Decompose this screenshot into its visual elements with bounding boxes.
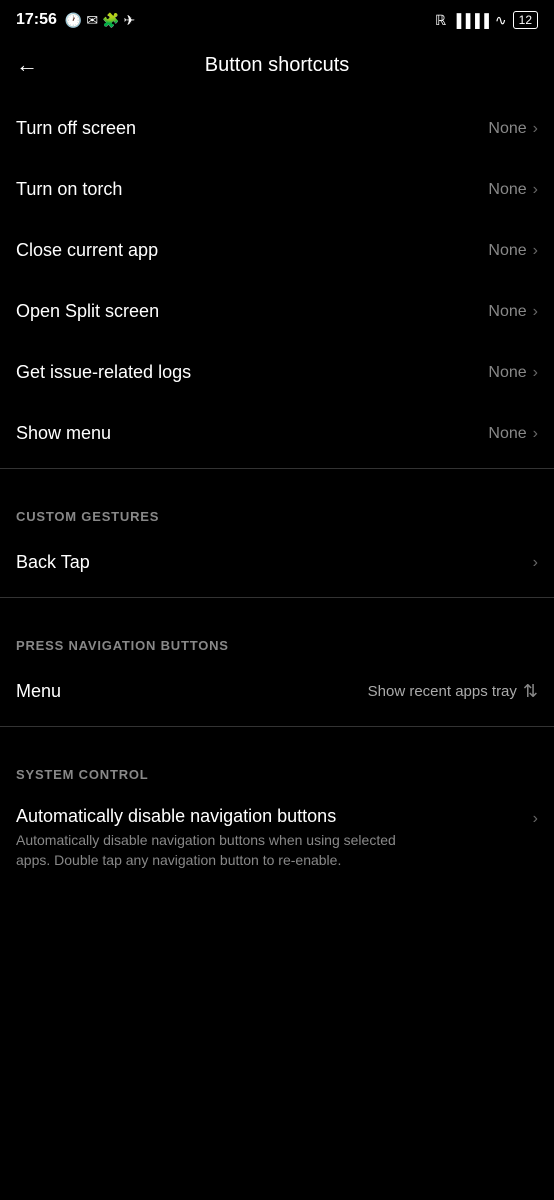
- chevron-icon: ›: [533, 303, 538, 321]
- status-left: 17:56 🕐 ✉ 🧩 ✈: [16, 11, 135, 29]
- shortcut-label-turn-off-screen: Turn off screen: [16, 118, 136, 139]
- label-back-tap: Back Tap: [16, 552, 90, 573]
- chevron-icon: ›: [533, 554, 538, 572]
- page-title: Button shortcuts: [46, 54, 508, 77]
- puzzle-icon: 🧩: [102, 12, 119, 29]
- section-header-press-nav: PRESS NAVIGATION BUTTONS: [0, 622, 554, 661]
- shortcut-label-get-issue-logs: Get issue-related logs: [16, 362, 191, 383]
- section-system-control: SYSTEM CONTROL Automatically disable nav…: [0, 751, 554, 886]
- email-icon: ✉: [86, 12, 98, 29]
- chevron-icon: ›: [533, 425, 538, 443]
- sublabel-auto-disable-nav: Automatically disable navigation buttons…: [16, 831, 416, 870]
- shortcut-turn-off-screen[interactable]: Turn off screen None ›: [0, 98, 554, 159]
- shortcut-value-turn-off-screen: None ›: [488, 120, 538, 138]
- chevron-icon: ›: [533, 120, 538, 138]
- chevron-icon: ›: [533, 242, 538, 260]
- chevron-icon: ›: [533, 181, 538, 199]
- chevron-icon: ›: [533, 364, 538, 382]
- menu-value: Show recent apps tray: [368, 683, 517, 700]
- telegram-icon: ✈: [124, 12, 136, 29]
- shortcut-value-close-current-app: None ›: [488, 242, 538, 260]
- divider-press-nav: [0, 597, 554, 598]
- item-menu[interactable]: Menu Show recent apps tray ⇅: [0, 661, 554, 722]
- section-press-navigation: PRESS NAVIGATION BUTTONS Menu Show recen…: [0, 622, 554, 722]
- label-auto-disable-nav: Automatically disable navigation buttons: [16, 806, 416, 827]
- shortcuts-list: Turn off screen None › Turn on torch Non…: [0, 98, 554, 464]
- divider-custom-gestures: [0, 468, 554, 469]
- page-header: ← Button shortcuts: [0, 36, 554, 98]
- status-time: 17:56: [16, 11, 57, 29]
- item-back-tap[interactable]: Back Tap ›: [0, 532, 554, 593]
- status-right: ℝ ▐▐▐▐ ∿ 12: [435, 11, 538, 29]
- shortcut-value-open-split-screen: None ›: [488, 303, 538, 321]
- item-auto-disable-nav[interactable]: Automatically disable navigation buttons…: [0, 790, 554, 886]
- status-icons: 🕐 ✉ 🧩 ✈: [65, 12, 135, 29]
- shortcut-value-show-menu: None ›: [488, 425, 538, 443]
- section-custom-gestures: CUSTOM GESTURES Back Tap ›: [0, 493, 554, 593]
- status-bar: 17:56 🕐 ✉ 🧩 ✈ ℝ ▐▐▐▐ ∿ 12: [0, 0, 554, 36]
- shortcut-get-issue-logs[interactable]: Get issue-related logs None ›: [0, 342, 554, 403]
- label-menu: Menu: [16, 681, 61, 702]
- bluetooth-icon: ℝ: [435, 12, 446, 29]
- back-button[interactable]: ←: [16, 48, 46, 82]
- sort-icon: ⇅: [523, 681, 538, 702]
- shortcut-label-show-menu: Show menu: [16, 423, 111, 444]
- shortcut-value-get-issue-logs: None ›: [488, 364, 538, 382]
- shortcut-close-current-app[interactable]: Close current app None ›: [0, 220, 554, 281]
- section-header-custom-gestures: CUSTOM GESTURES: [0, 493, 554, 532]
- shortcut-open-split-screen[interactable]: Open Split screen None ›: [0, 281, 554, 342]
- divider-system-control: [0, 726, 554, 727]
- section-header-system-control: SYSTEM CONTROL: [0, 751, 554, 790]
- battery-icon: 12: [513, 11, 538, 29]
- shortcut-show-menu[interactable]: Show menu None ›: [0, 403, 554, 464]
- shortcut-turn-on-torch[interactable]: Turn on torch None ›: [0, 159, 554, 220]
- signal-icon: ▐▐▐▐: [452, 13, 489, 28]
- chevron-icon: ›: [533, 810, 538, 828]
- wifi-icon: ∿: [495, 12, 507, 29]
- shortcut-label-close-current-app: Close current app: [16, 240, 158, 261]
- alarm-icon: 🕐: [65, 12, 82, 29]
- shortcut-label-turn-on-torch: Turn on torch: [16, 179, 122, 200]
- shortcut-label-open-split-screen: Open Split screen: [16, 301, 159, 322]
- shortcut-value-turn-on-torch: None ›: [488, 181, 538, 199]
